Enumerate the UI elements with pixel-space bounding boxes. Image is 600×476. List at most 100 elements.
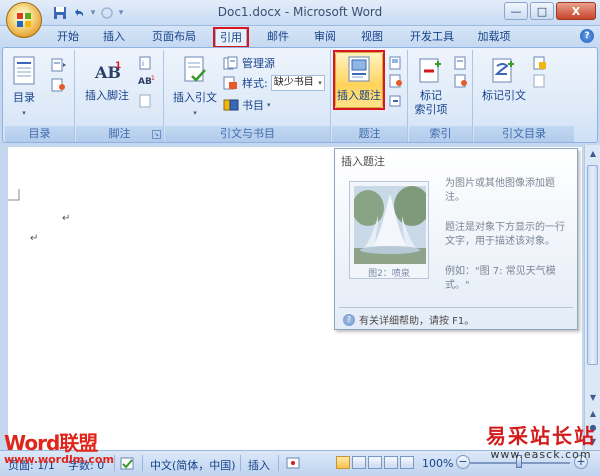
insert-citation-button[interactable]: 插入引文 ▾ — [171, 56, 219, 118]
fountain-image — [354, 186, 426, 264]
tooltip-divider — [339, 307, 573, 308]
tooltip-desc-2: 题注是对象下方显示的一行文字，用于描述该对象。 — [445, 222, 565, 247]
restore-button[interactable]: □ — [530, 2, 554, 20]
insert-endnote-button[interactable]: i — [138, 54, 154, 72]
group-footnotes-label: 脚注 — [76, 126, 163, 142]
insert-footnote-button[interactable]: AB 1 插入脚注 — [84, 58, 130, 103]
group-captions: 插入题注 题注 — [332, 50, 408, 142]
toc-icon — [13, 56, 35, 85]
style-selector[interactable]: 样式: 缺少书目 ▾ — [223, 74, 325, 92]
insert-table-of-figures-button[interactable] — [388, 54, 404, 72]
insert-mode-status[interactable]: 插入 — [248, 457, 270, 473]
manage-sources-button[interactable]: 管理源 — [223, 54, 275, 72]
mark-citation-button[interactable]: 标记引文 — [480, 56, 528, 103]
group-toa-label: 引文目录 — [474, 126, 574, 142]
scroll-up-icon[interactable]: ▲ — [587, 147, 599, 161]
scroll-thumb[interactable] — [587, 165, 598, 365]
mark-entry-button[interactable]: 标记 索引项 — [413, 56, 449, 117]
chevron-down-icon: ▾ — [22, 109, 26, 117]
tab-page-layout[interactable]: 页面布局 — [146, 28, 202, 47]
cross-reference-icon — [389, 95, 401, 107]
language-status[interactable]: 中文(简体，中国) — [150, 457, 236, 473]
vertical-scrollbar[interactable]: ▲ ▼ ▲ ● ▼ — [584, 145, 600, 450]
help-icon: ? — [343, 313, 355, 326]
tab-mailings[interactable]: 邮件 — [262, 28, 294, 47]
tooltip-desc-1: 为图片或其他图像添加题注。 — [445, 178, 555, 203]
print-layout-view-icon[interactable] — [336, 456, 350, 469]
endnote-icon: i — [139, 56, 151, 70]
tab-home[interactable]: 开始 — [52, 28, 84, 47]
tooltip-desc-3: 例如："图 7: 常见天气模式。" — [445, 266, 556, 291]
update-index-icon — [454, 74, 467, 88]
style-icon — [223, 76, 237, 90]
update-toa-button[interactable] — [532, 72, 548, 90]
zoom-level[interactable]: 100% — [422, 457, 453, 470]
insert-citation-icon — [184, 56, 206, 82]
wordlm-brand-2: 联盟 — [59, 431, 98, 455]
update-figures-button[interactable] — [388, 72, 404, 90]
show-notes-button[interactable] — [138, 92, 154, 110]
tab-highlight-frame — [213, 27, 249, 48]
footnotes-launcher-icon[interactable]: ↘ — [152, 130, 161, 139]
bibliography-icon — [223, 99, 239, 111]
footnote-label: 插入脚注 — [85, 89, 129, 102]
help-icon[interactable]: ? — [580, 29, 594, 43]
tab-view[interactable]: 视图 — [356, 28, 388, 47]
status-divider — [240, 455, 241, 471]
ribbon-tabs: 开始 插入 页面布局 引用 邮件 审阅 视图 开发工具 加载项 ? — [0, 26, 600, 48]
insert-toa-button[interactable] — [532, 54, 548, 72]
manage-sources-label: 管理源 — [242, 57, 275, 70]
tab-developer[interactable]: 开发工具 — [404, 28, 460, 47]
update-table-button[interactable] — [51, 76, 67, 94]
caption-highlight-frame — [333, 50, 385, 110]
tab-references[interactable]: 引用 — [213, 27, 249, 48]
group-index: 标记 索引项 索引 — [409, 50, 473, 142]
update-index-button[interactable] — [453, 72, 469, 90]
macro-record-icon[interactable] — [286, 457, 300, 472]
group-footnotes: AB 1 插入脚注 i AB 1 脚注 ↘ — [76, 50, 164, 142]
draft-view-icon[interactable] — [400, 456, 414, 469]
bibliography-button[interactable]: 书目 ▾ — [223, 96, 271, 114]
tooltip-title: 插入题注 — [341, 155, 385, 168]
tab-review[interactable]: 审阅 — [309, 28, 341, 47]
tab-insert[interactable]: 插入 — [98, 28, 130, 47]
outline-view-icon[interactable] — [384, 456, 398, 469]
status-divider — [114, 455, 115, 471]
mark-citation-icon — [492, 58, 514, 83]
zoom-out-button[interactable]: − — [456, 455, 470, 469]
full-screen-reading-icon[interactable] — [352, 456, 366, 469]
manage-sources-icon — [223, 56, 238, 70]
insert-index-button[interactable] — [453, 54, 469, 72]
close-button[interactable]: X — [556, 2, 596, 20]
table-of-figures-icon — [389, 56, 401, 70]
scroll-down-icon[interactable]: ▼ — [587, 391, 599, 405]
footnote-icon: AB 1 — [94, 61, 121, 82]
update-figures-icon — [389, 74, 402, 88]
title-bar: ▾ ▾ Doc1.docx - Microsoft Word — □ X — [0, 0, 600, 38]
office-button[interactable] — [6, 2, 42, 38]
next-footnote-button[interactable]: AB 1 — [138, 72, 156, 90]
svg-text:1: 1 — [151, 75, 155, 82]
style-dropdown[interactable]: 缺少书目 ▾ — [270, 75, 325, 91]
insert-citation-label: 插入引文 — [173, 91, 217, 104]
group-citations: 插入引文 ▾ 管理源 样式: 缺少书目 ▾ 书目 ▾ 引文与书目 — [165, 50, 331, 142]
web-layout-icon[interactable] — [368, 456, 382, 469]
toc-button[interactable]: 目录 ▾ — [9, 56, 39, 118]
style-value: 缺少书目 — [273, 77, 314, 88]
add-text-button[interactable] — [51, 56, 67, 74]
easck-brand: 易采站长站 — [486, 424, 596, 448]
svg-text:1: 1 — [115, 61, 121, 71]
minimize-button[interactable]: — — [504, 2, 528, 20]
chevron-down-icon: ▾ — [318, 79, 322, 87]
cross-reference-button[interactable] — [388, 92, 404, 110]
prev-page-icon[interactable]: ▲ — [587, 407, 599, 421]
paragraph-mark-icon: ↵ — [62, 213, 71, 224]
mark-citation-label: 标记引文 — [482, 89, 526, 102]
ribbon: 目录 ▾ 目录 AB 1 插入脚注 i AB 1 脚注 ↘ 插入引文 ▾ 管理源… — [2, 47, 598, 143]
easck-url: www.easck.com — [490, 448, 592, 461]
proofing-icon[interactable] — [120, 457, 136, 474]
group-citations-label: 引文与书目 — [165, 126, 330, 142]
tab-addins[interactable]: 加载项 — [472, 28, 516, 47]
group-toa: 标记引文 引文目录 — [474, 50, 574, 142]
group-captions-label: 题注 — [332, 126, 407, 142]
